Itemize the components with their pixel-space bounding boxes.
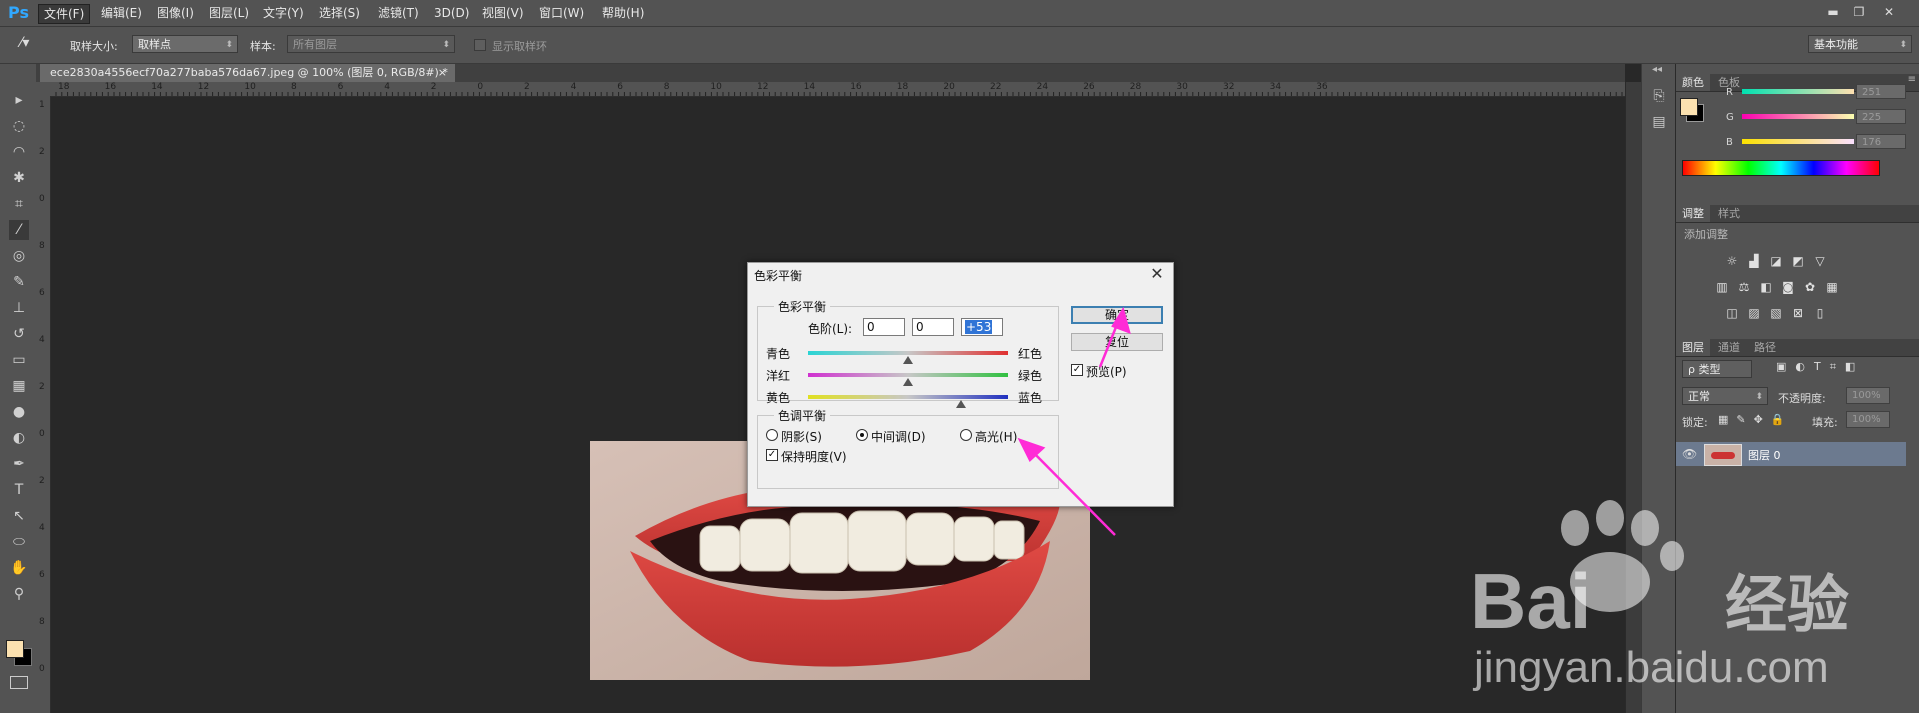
arrow-to-balance-line (1024, 443, 1116, 536)
annotation-arrows (1017, 306, 1131, 536)
